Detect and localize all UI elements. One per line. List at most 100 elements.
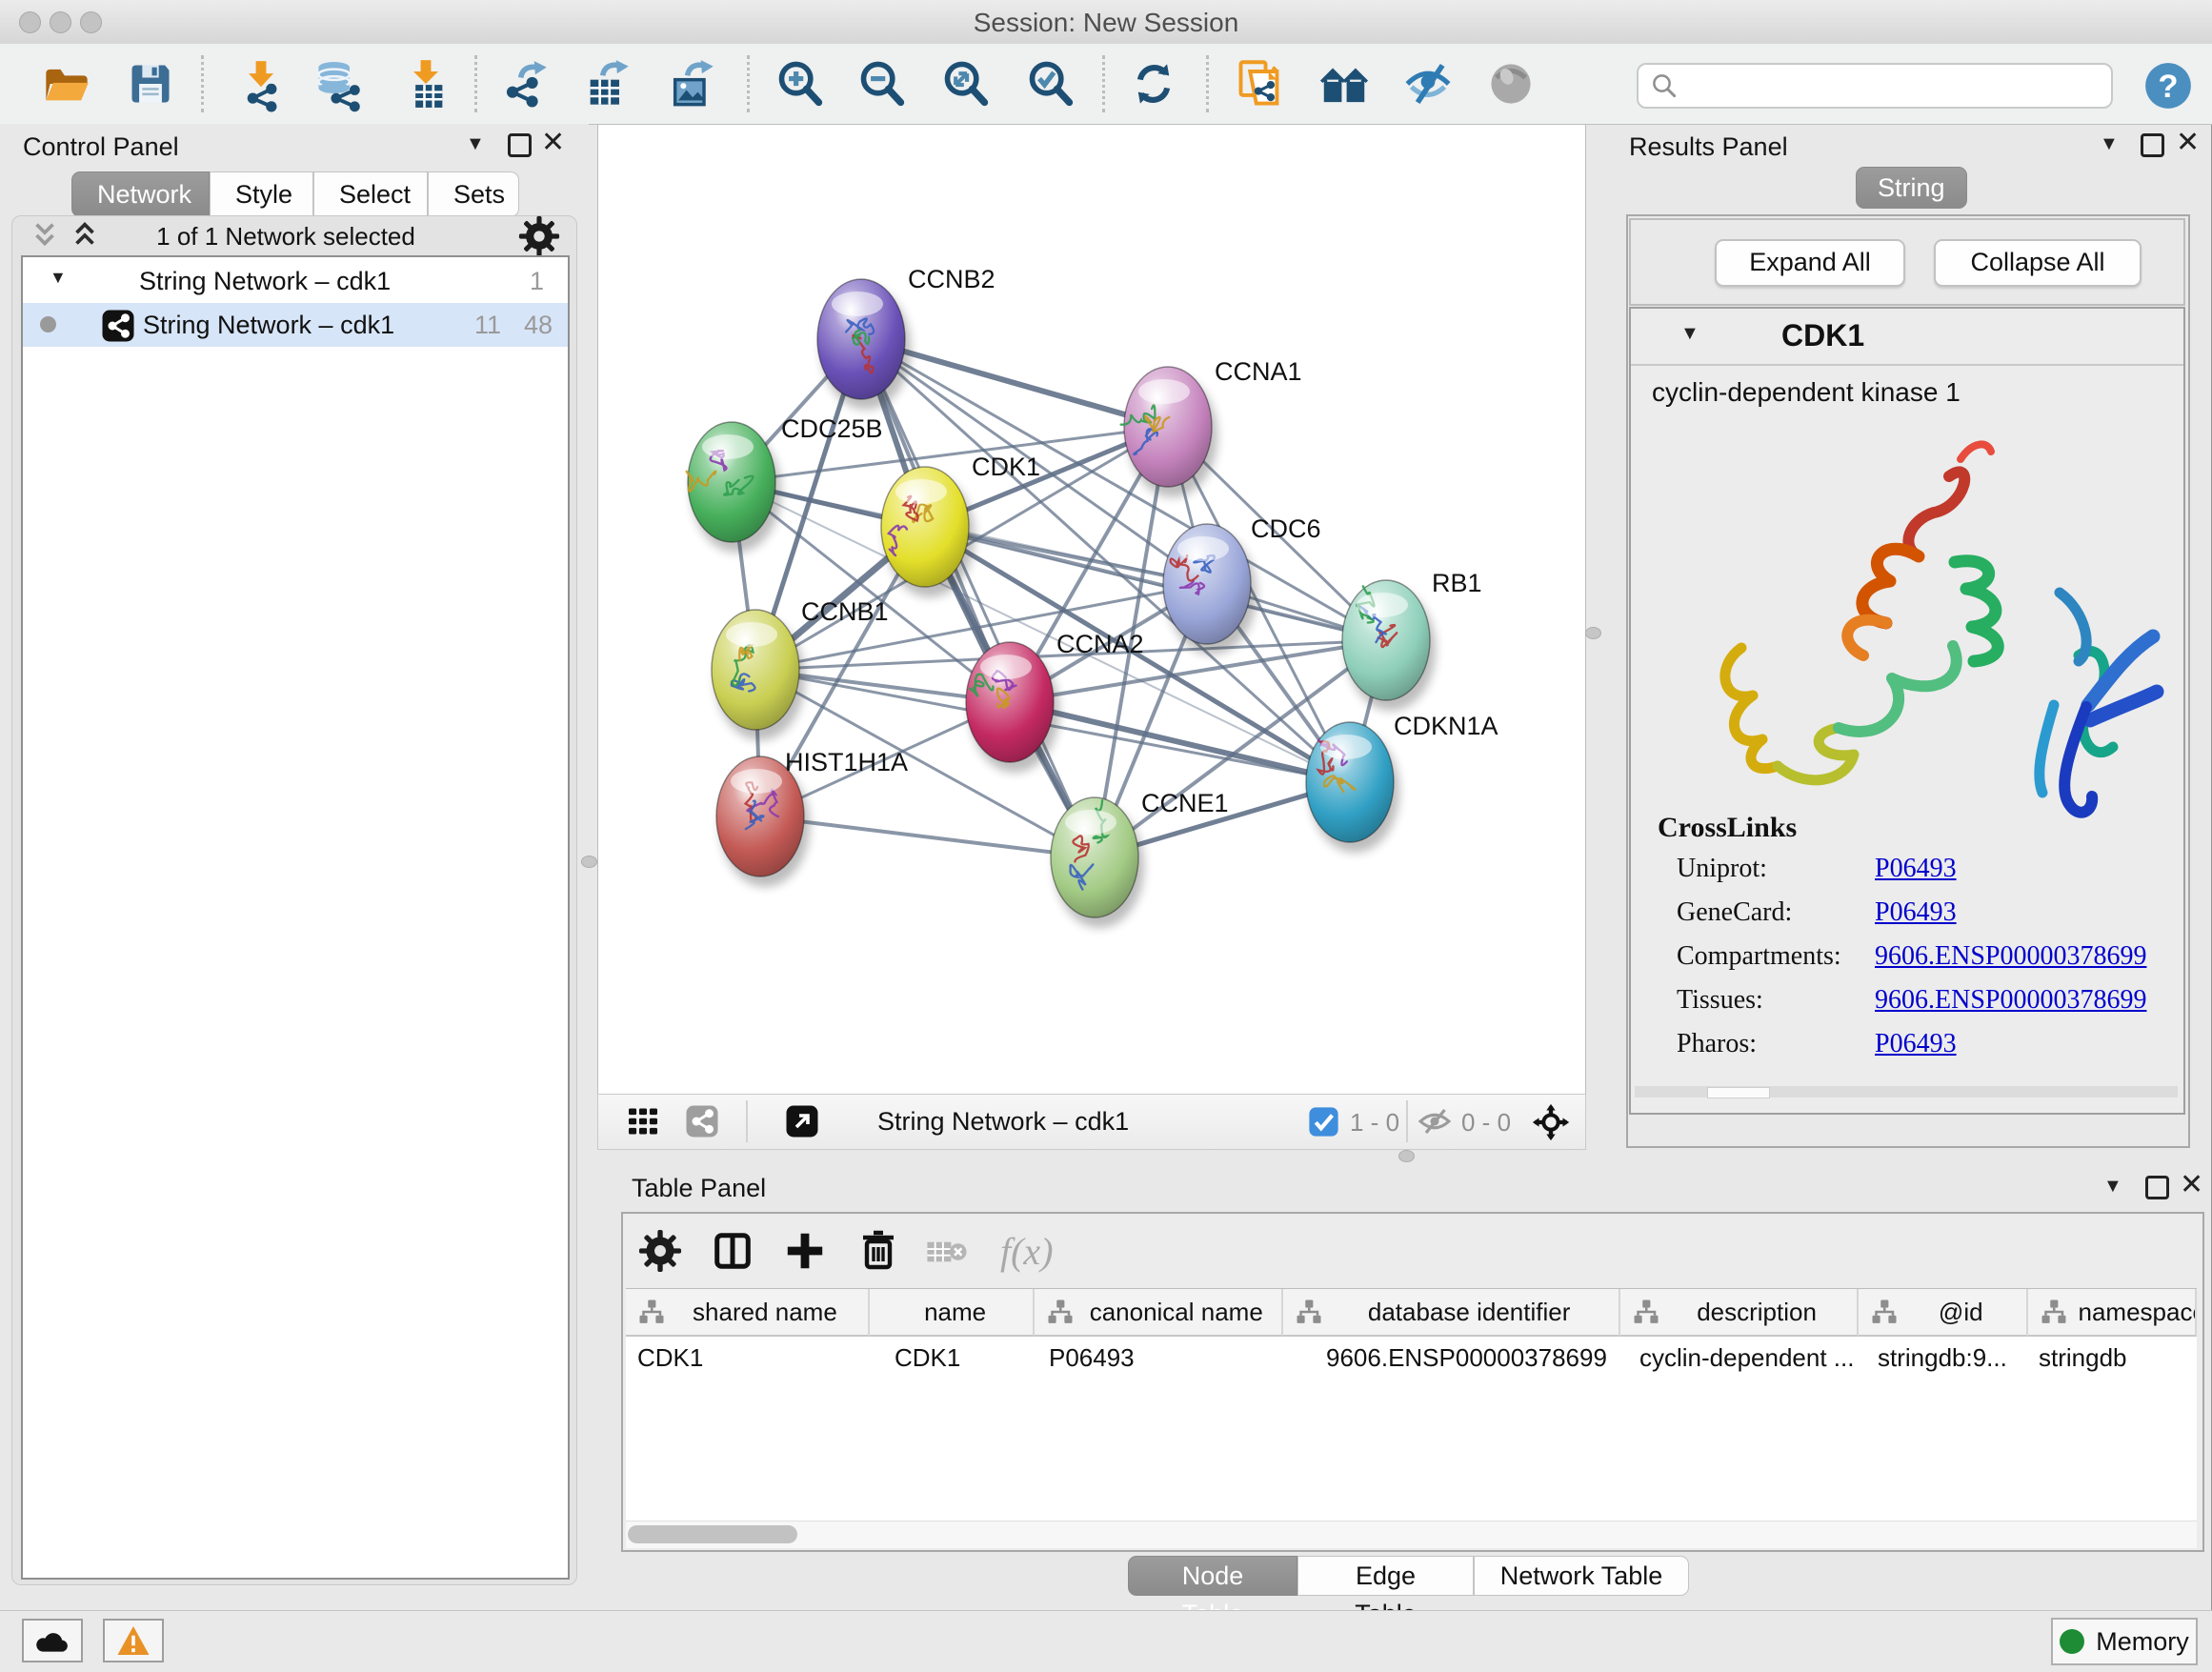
- cloud-status-button[interactable]: [22, 1619, 83, 1662]
- export-network-icon[interactable]: [500, 59, 550, 109]
- zoom-fit-content-icon[interactable]: [941, 59, 991, 109]
- control-panel-float-icon[interactable]: [508, 133, 532, 157]
- network-node-CCNA2[interactable]: CCNA2: [966, 630, 1144, 773]
- hide-selected-eye-slash-icon[interactable]: [1403, 59, 1453, 109]
- crosslink-link[interactable]: P06493: [1875, 897, 1957, 928]
- detach-view-icon[interactable]: [781, 1104, 823, 1138]
- right-splitter-handle[interactable]: [1585, 627, 1601, 639]
- import-network-database-icon[interactable]: [313, 59, 363, 109]
- collection-expander-icon[interactable]: ▼: [50, 268, 67, 288]
- add-column-plus-icon[interactable]: [783, 1229, 827, 1273]
- table-panel-close-icon[interactable]: ✕: [2180, 1171, 2203, 1199]
- crosslink-link[interactable]: P06493: [1875, 854, 1957, 884]
- table-cell[interactable]: stringdb: [2029, 1337, 2197, 1379]
- network-view-canvas[interactable]: CCNB2 CCNA1 CDC25BCDK1 CDC6RB1 CCNB1 CCNA2 CDK…: [597, 124, 1586, 1096]
- column-header-name[interactable]: name: [870, 1289, 1036, 1337]
- search-input[interactable]: [1686, 71, 2111, 101]
- string-view-icon[interactable]: [681, 1104, 723, 1138]
- network-graph[interactable]: CCNB2 CCNA1 CDC25BCDK1 CDC6RB1 CCNB1 CCNA2 CDK…: [598, 125, 1585, 1095]
- first-neighbors-houses-icon[interactable]: [1319, 59, 1369, 109]
- table-panel-float-icon[interactable]: [2145, 1176, 2169, 1199]
- control-panel-menu-icon[interactable]: ▼: [466, 133, 485, 155]
- show-columns-icon[interactable]: [711, 1229, 754, 1273]
- collapse-all-chevrons-icon[interactable]: [29, 221, 61, 250]
- gear-icon[interactable]: [518, 215, 560, 257]
- table-cell[interactable]: P06493: [1035, 1337, 1283, 1379]
- column-header-shared-name[interactable]: shared name: [626, 1289, 870, 1337]
- column-header-database-identifier[interactable]: database identifier: [1283, 1289, 1620, 1337]
- column-header-canonical-name[interactable]: canonical name: [1035, 1289, 1283, 1337]
- memory-button[interactable]: Memory: [2051, 1618, 2198, 1665]
- save-session-icon[interactable]: [126, 59, 175, 109]
- tab-edge-table[interactable]: Edge Table: [1297, 1556, 1474, 1596]
- table-cell[interactable]: cyclin-dependent ...: [1621, 1337, 1860, 1379]
- open-session-folder-icon[interactable]: [42, 59, 91, 109]
- table-scrollbar-thumb[interactable]: [628, 1525, 797, 1543]
- table-horizontal-scrollbar[interactable]: [626, 1521, 2197, 1548]
- network-node-CCNB2[interactable]: CCNB2: [817, 265, 995, 410]
- warnings-button[interactable]: [103, 1619, 164, 1662]
- network-node-CCNA1[interactable]: CCNA1: [1121, 357, 1302, 497]
- tab-select[interactable]: Select: [313, 171, 428, 217]
- network-node-CDC25B[interactable]: CDC25B: [686, 414, 882, 553]
- tab-network[interactable]: Network: [71, 171, 210, 217]
- protein-card-header[interactable]: ▼ CDK1: [1631, 309, 2183, 366]
- zoom-in-icon[interactable]: [775, 59, 825, 109]
- network-node-RB1[interactable]: RB1: [1342, 569, 1482, 711]
- table-cell[interactable]: CDK1: [626, 1337, 870, 1379]
- selected-nodes-checkbox-icon[interactable]: [1308, 1106, 1339, 1138]
- crosslink-link[interactable]: P06493: [1875, 1029, 1957, 1059]
- search-box[interactable]: [1637, 63, 2113, 109]
- export-image-icon[interactable]: [667, 59, 716, 109]
- card-scrollbar-thumb[interactable]: [1707, 1087, 1770, 1098]
- results-panel-float-icon[interactable]: [2141, 133, 2164, 157]
- control-panel-close-icon[interactable]: ✕: [541, 129, 565, 157]
- network-node-HIST1H1A[interactable]: HIST1H1A: [716, 748, 908, 887]
- network-node-CDK1[interactable]: CDK1: [881, 453, 1040, 597]
- network-node-CCNE1[interactable]: CCNE1: [1051, 789, 1229, 928]
- export-table-icon[interactable]: [582, 59, 632, 109]
- network-node-CCNB1[interactable]: CCNB1: [712, 597, 889, 740]
- network-node-CDC6[interactable]: CDC6: [1163, 514, 1321, 655]
- zoom-out-icon[interactable]: [857, 59, 907, 109]
- edge-CCNB2-CCNE1[interactable]: [861, 339, 1095, 857]
- crosslink-link[interactable]: 9606.ENSP00000378699: [1875, 985, 2146, 1016]
- import-network-file-icon[interactable]: [236, 59, 286, 109]
- column-header-description[interactable]: description: [1620, 1289, 1859, 1337]
- bottom-splitter-handle[interactable]: [1398, 1150, 1415, 1162]
- edge-HIST1H1A-CCNE1[interactable]: [760, 816, 1095, 857]
- table-cell[interactable]: stringdb:9...: [1860, 1337, 2029, 1379]
- help-icon[interactable]: ?: [2143, 61, 2193, 111]
- refresh-view-icon[interactable]: [1129, 59, 1178, 109]
- network-collection-row[interactable]: ▼ String Network – cdk1 1: [23, 259, 568, 303]
- tab-sets[interactable]: Sets: [428, 171, 519, 217]
- left-splitter-handle[interactable]: [581, 856, 597, 868]
- results-panel-close-icon[interactable]: ✕: [2176, 129, 2200, 157]
- card-horizontal-scrollbar[interactable]: [1635, 1086, 2178, 1098]
- results-panel-menu-icon[interactable]: ▼: [2100, 133, 2119, 155]
- copy-style-documents-icon[interactable]: [1235, 59, 1284, 109]
- tab-network-table[interactable]: Network Table: [1474, 1556, 1689, 1596]
- expand-all-button[interactable]: Expand All: [1715, 239, 1905, 287]
- show-all-eye-icon[interactable]: [1486, 59, 1536, 109]
- fit-selected-crosshair-icon[interactable]: [1532, 1103, 1570, 1141]
- table-cell[interactable]: CDK1: [870, 1337, 1035, 1379]
- column-header--id[interactable]: @id: [1859, 1289, 2028, 1337]
- zoom-selected-icon[interactable]: [1026, 59, 1076, 109]
- import-table-file-icon[interactable]: [401, 59, 451, 109]
- collapse-all-button[interactable]: Collapse All: [1934, 239, 2142, 287]
- grid-view-icon[interactable]: [626, 1104, 660, 1138]
- table-panel-menu-icon[interactable]: ▼: [2103, 1176, 2122, 1198]
- network-node-CDKN1A[interactable]: CDKN1A: [1306, 712, 1498, 853]
- network-row-selected[interactable]: String Network – cdk1 11 48: [23, 303, 568, 347]
- table-row[interactable]: CDK1CDK1P064939606.ENSP00000378699cyclin…: [626, 1337, 2197, 1379]
- protein-card-expander-icon[interactable]: ▼: [1680, 323, 1699, 345]
- tab-node-table[interactable]: Node Table: [1128, 1556, 1297, 1596]
- column-header-namespace[interactable]: namespace: [2028, 1289, 2197, 1337]
- crosslink-link[interactable]: 9606.ENSP00000378699: [1875, 941, 2146, 972]
- table-cell[interactable]: 9606.ENSP00000378699: [1283, 1337, 1621, 1379]
- tab-string[interactable]: String: [1856, 167, 1967, 209]
- tab-style[interactable]: Style: [210, 171, 313, 217]
- delete-column-trash-icon[interactable]: [855, 1227, 901, 1273]
- gear-icon[interactable]: [638, 1229, 682, 1273]
